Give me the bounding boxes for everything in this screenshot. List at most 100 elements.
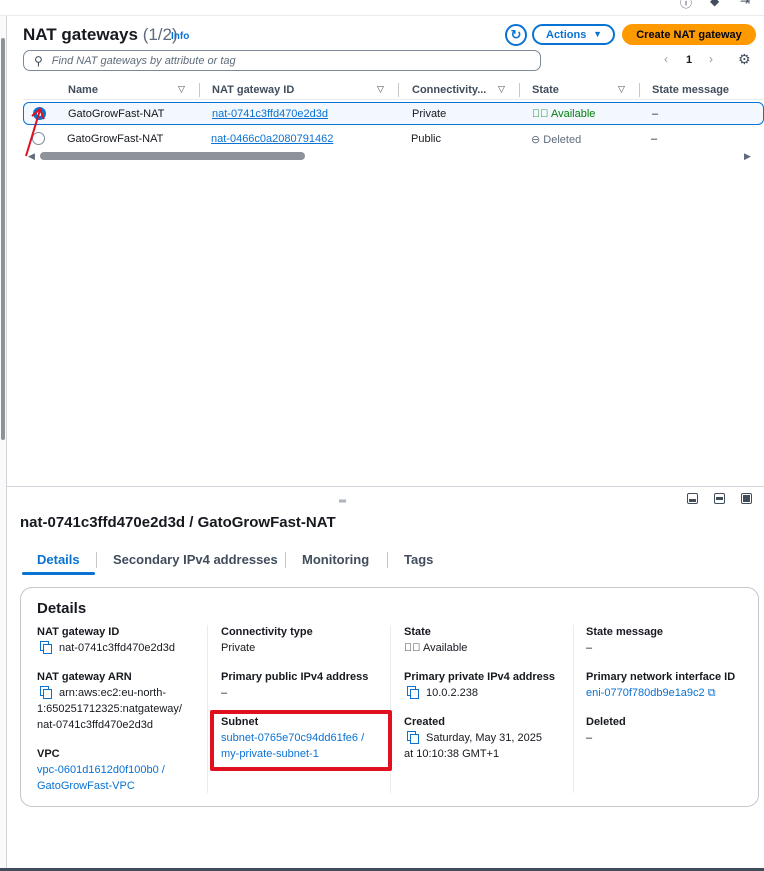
details-heading: Details [37,600,87,617]
search-input[interactable]: ⚲ Find NAT gateways by attribute or tag [23,50,541,71]
cell-name: GatoGrowFast-NAT [68,108,165,120]
connectivity-value: Private [221,642,256,654]
status-available-icon: ✓⃝ [532,108,549,120]
created-value-line1: Saturday, May 31, 2025 [407,730,542,746]
vpc-link[interactable]: vpc-0601d1612d0f100b0 / [37,762,165,778]
copy-icon[interactable] [407,686,419,699]
state-text: Deleted [543,134,582,146]
nat-id-text: nat-0741c3ffd470e2d3d [59,642,176,654]
tab-divider [387,552,388,568]
panel-full-icon[interactable] [741,493,752,504]
copy-icon[interactable] [40,641,52,654]
tab-details[interactable]: Details [37,552,80,567]
refresh-icon: ↻ [510,27,522,42]
notifications-icon[interactable]: ◆ [710,0,719,8]
state-message-label: State message [586,626,664,638]
column-header-state-message[interactable]: State message [652,84,729,96]
horizontal-scrollbar-thumb[interactable] [40,152,305,160]
tab-tags[interactable]: Tags [404,552,433,567]
sort-icon[interactable]: ▽ [498,84,505,95]
cell-name: GatoGrowFast-NAT [67,133,164,145]
top-toolbar-strip: ⓘ ◆ ⇥ [0,0,764,16]
panel-bottom-icon[interactable] [687,493,698,504]
column-divider [207,625,208,793]
vertical-scrollbar[interactable] [0,16,7,871]
highlight-box [210,710,392,771]
tab-monitoring[interactable]: Monitoring [302,552,369,567]
split-panel-divider[interactable] [7,486,764,487]
state-text: Available [550,108,596,120]
cell-nat-id-link[interactable]: nat-0466c0a2080791462 [211,133,333,145]
create-nat-gateway-button[interactable]: Create NAT gateway [622,24,756,45]
state-label: State [404,626,431,638]
sort-icon[interactable]: ▽ [178,84,185,95]
deleted-value: – [586,732,593,744]
cell-state: ✓⃝ Available [532,108,595,120]
active-tab-indicator [22,572,95,575]
cell-state-message: – [651,133,658,145]
column-divider[interactable] [398,83,399,97]
vpc-link-name[interactable]: GatoGrowFast-VPC [37,778,135,794]
scroll-right-icon[interactable]: ▶ [744,151,751,162]
info-circle-icon[interactable]: ⓘ [680,0,692,11]
nat-id-value: nat-0741c3ffd470e2d3d [40,640,175,656]
copy-icon[interactable] [407,731,419,744]
external-link-icon: ⧉ [707,687,716,699]
column-divider [573,625,574,793]
private-ip-label: Primary private IPv4 address [404,671,556,683]
column-divider[interactable] [639,83,640,97]
page-title: NAT gateways (1/2) [23,25,178,45]
arn-value-line2: 1:650251712325:natgateway/ [37,703,182,715]
network-interface-link[interactable]: eni-0770f780db9e1a9c2 ⧉ [586,685,716,701]
private-ip-value: 10.0.2.238 [407,685,478,701]
status-deleted-icon: ⊖ [531,134,541,146]
tab-secondary-ipv4[interactable]: Secondary IPv4 addresses [113,552,278,567]
table-row[interactable]: GatoGrowFast-NAT nat-0466c0a2080791462 P… [23,128,764,151]
public-ip-label: Primary public IPv4 address [221,671,369,683]
table-header: Name ▽ NAT gateway ID ▽ Connectivity... … [23,80,764,100]
column-header-state[interactable]: State [532,84,559,96]
table-row[interactable]: GatoGrowFast-NAT nat-0741c3ffd470e2d3d P… [23,102,764,125]
expand-icon[interactable]: ⇥ [740,0,750,8]
private-ip-text: 10.0.2.238 [426,687,478,699]
cell-state-message: – [652,108,659,120]
actions-dropdown-button[interactable]: Actions ▼ [532,24,615,45]
refresh-button[interactable]: ↻ [505,24,527,46]
search-placeholder: Find NAT gateways by attribute or tag [51,54,236,67]
resize-handle-icon[interactable]: ═ [339,496,346,507]
scrollbar-thumb[interactable] [1,38,5,440]
network-interface-label: Primary network interface ID [586,671,736,683]
created-label: Created [404,716,445,728]
detail-title: nat-0741c3ffd470e2d3d / GatoGrowFast-NAT [20,514,336,531]
sort-icon[interactable]: ▽ [618,84,625,95]
created-value-line2: at 10:10:38 GMT+1 [404,748,500,760]
cell-connectivity: Public [411,133,441,145]
column-header-nat-id[interactable]: NAT gateway ID [212,84,294,96]
settings-gear-icon[interactable]: ⚙ [738,51,751,68]
state-value-text: Available [422,642,468,654]
copy-icon[interactable] [40,686,52,699]
created-text: Saturday, May 31, 2025 [426,732,542,744]
deleted-label: Deleted [586,716,626,728]
arn-text: arn:aws:ec2:eu-north- [59,687,166,699]
cell-state: ⊖ Deleted [531,133,581,146]
info-link[interactable]: Info [171,31,189,42]
column-divider[interactable] [519,83,520,97]
cell-connectivity: Private [412,108,447,120]
vpc-label: VPC [37,748,60,760]
next-page-icon[interactable]: › [709,52,713,66]
state-message-value: – [586,642,593,654]
arn-value-line1: arn:aws:ec2:eu-north- [40,685,166,701]
panel-side-icon[interactable] [714,493,725,504]
previous-page-icon[interactable]: ‹ [664,52,668,66]
actions-label: Actions [546,28,587,41]
tab-divider [285,552,286,568]
status-available-icon: ✓⃝ [404,642,421,654]
column-header-name[interactable]: Name [68,84,98,96]
cell-nat-id-link[interactable]: nat-0741c3ffd470e2d3d [212,108,328,120]
column-divider[interactable] [199,83,200,97]
eni-text: eni-0770f780db9e1a9c2 [586,687,705,699]
sort-icon[interactable]: ▽ [377,84,384,95]
column-header-connectivity[interactable]: Connectivity... [412,84,486,96]
page-number[interactable]: 1 [686,54,692,66]
